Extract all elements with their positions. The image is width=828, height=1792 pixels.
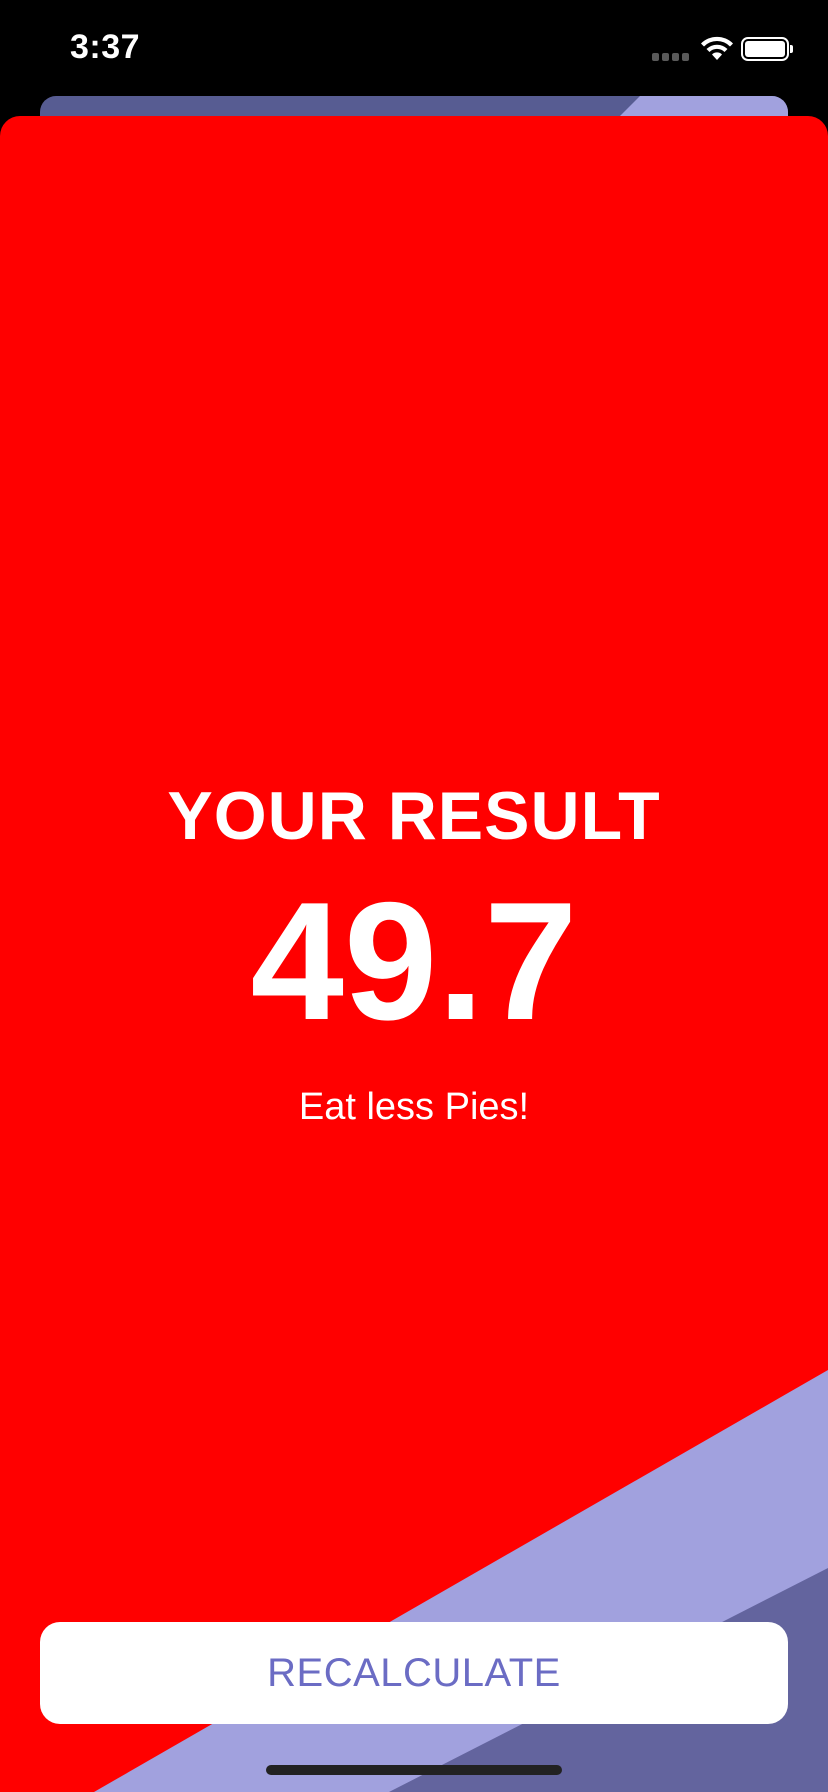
cellular-signal-icon (652, 53, 690, 61)
result-advice: Eat less Pies! (298, 1086, 530, 1128)
result-sheet: YOUR RESULT 49.7 Eat less Pies! (0, 116, 828, 1792)
home-indicator (266, 1765, 562, 1775)
status-time: 3:37 (70, 28, 141, 66)
wifi-icon (701, 36, 733, 60)
battery-icon (741, 37, 793, 61)
result-title: YOUR RESULT (167, 778, 661, 854)
status-bar: 3:37 (0, 0, 828, 100)
result-block: YOUR RESULT 49.7 Eat less Pies! (0, 776, 828, 1130)
recalculate-button[interactable]: RECALCULATE (40, 1622, 788, 1724)
bmi-value: 49.7 (250, 867, 578, 1055)
result-screen: 3:37 YOUR RESULT 49.7 Eat less Pies! REC… (0, 0, 828, 1792)
